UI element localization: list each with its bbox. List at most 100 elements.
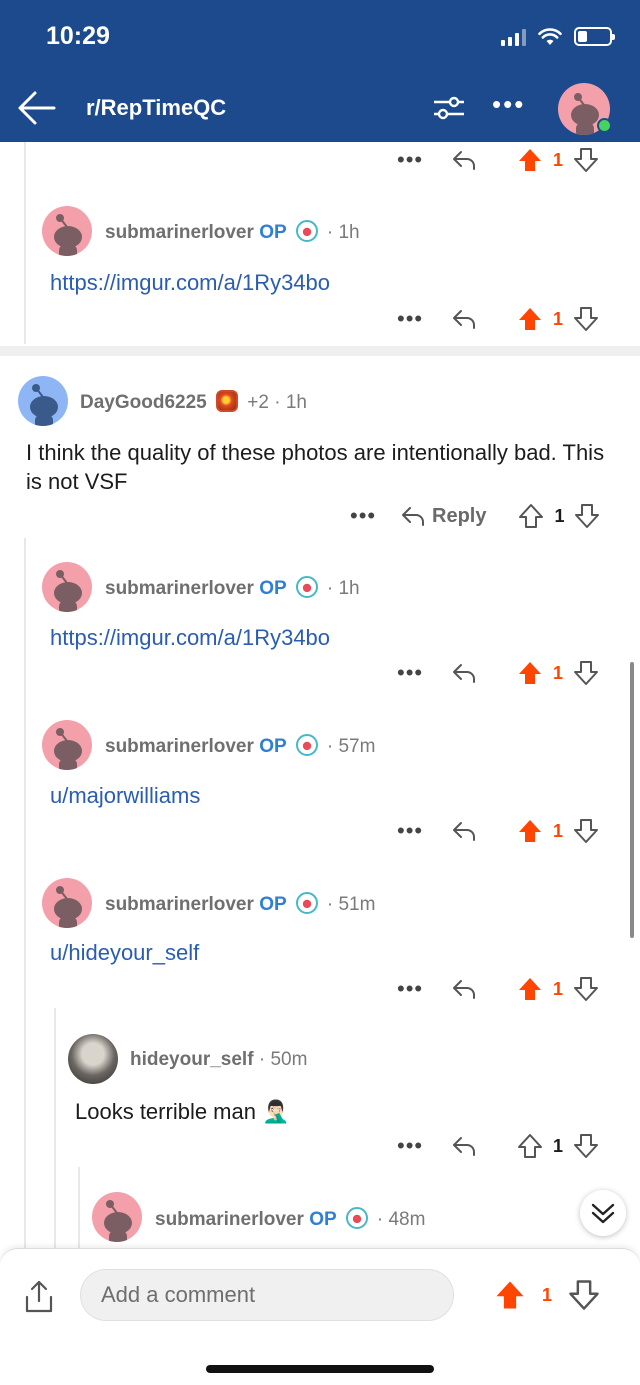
comment-header: hideyour_self · 50m xyxy=(130,1049,307,1071)
sort-filter-button[interactable] xyxy=(432,94,466,122)
upvote-icon[interactable] xyxy=(517,147,543,173)
upvote-icon[interactable] xyxy=(517,306,543,332)
avatar[interactable] xyxy=(42,562,92,612)
comment-body: I think the quality of these photos are … xyxy=(26,440,605,494)
downvote-icon[interactable] xyxy=(574,503,600,529)
vote-group: 1 xyxy=(517,147,599,173)
page: 10:29 r/RepTimeQC ••• ••• 1 submarinerlo… xyxy=(0,0,640,1385)
subreddit-title[interactable]: r/RepTimeQC xyxy=(86,95,226,121)
username[interactable]: DayGood6225 xyxy=(80,392,207,413)
user-flair-icon xyxy=(295,734,318,756)
snoo-avatar-icon xyxy=(54,728,82,770)
username[interactable]: submarinerlover xyxy=(105,736,254,757)
comment-actions: ••• 1 xyxy=(397,974,599,1004)
username[interactable]: submarinerlover xyxy=(105,578,254,599)
dot-separator: · xyxy=(326,894,334,915)
facepalm-emoji: 🤦🏻‍♂️ xyxy=(262,1099,290,1124)
reply-arrow-icon[interactable] xyxy=(451,820,477,842)
reply-arrow-icon[interactable] xyxy=(451,308,477,330)
upvote-icon[interactable] xyxy=(517,660,543,686)
downvote-icon[interactable] xyxy=(573,976,599,1002)
vote-score: 1 xyxy=(553,308,564,329)
battery-icon xyxy=(574,27,615,46)
upvote-icon[interactable] xyxy=(517,976,543,1002)
avatar[interactable] xyxy=(18,376,68,426)
more-options-button[interactable]: ••• xyxy=(492,91,526,118)
downvote-icon[interactable] xyxy=(573,818,599,844)
comment-link[interactable]: u/hideyour_self xyxy=(50,940,199,966)
upvote-icon[interactable] xyxy=(494,1279,526,1311)
comment-actions: ••• 1 xyxy=(397,1131,599,1161)
comment-body: Looks terrible man 🤦🏻‍♂️ xyxy=(75,1097,290,1126)
vote-group: 1 xyxy=(517,660,599,686)
comment-time: 50m xyxy=(270,1049,308,1070)
comment-actions: ••• 1 xyxy=(397,658,599,688)
sliders-icon xyxy=(434,96,464,120)
comment-header: submarinerlover OP · 51m xyxy=(105,892,375,916)
username[interactable]: submarinerlover xyxy=(155,1209,304,1230)
comment-header: submarinerlover OP · 1h xyxy=(105,220,360,244)
comment-time: 1h xyxy=(285,392,307,413)
username[interactable]: submarinerlover xyxy=(105,894,254,915)
upvote-icon[interactable] xyxy=(517,818,543,844)
snoo-avatar-icon xyxy=(54,886,82,928)
reply-arrow-icon xyxy=(402,507,424,526)
reply-arrow-icon[interactable] xyxy=(451,978,477,1000)
upvote-outline-icon[interactable] xyxy=(517,1133,543,1159)
thread-line xyxy=(78,1167,80,1257)
comment-more-button[interactable]: ••• xyxy=(397,662,423,684)
downvote-icon[interactable] xyxy=(573,306,599,332)
wifi-icon xyxy=(538,27,562,45)
op-badge: OP xyxy=(259,736,287,757)
back-button[interactable] xyxy=(16,88,58,128)
vote-score: 1 xyxy=(553,1135,564,1156)
scrollbar[interactable] xyxy=(630,662,634,938)
avatar[interactable] xyxy=(68,1034,118,1084)
thread-line xyxy=(24,142,26,344)
comment-more-button[interactable]: ••• xyxy=(397,149,423,171)
app-header: 10:29 r/RepTimeQC ••• xyxy=(0,0,640,142)
dot-separator: · xyxy=(326,222,334,243)
avatar[interactable] xyxy=(42,206,92,256)
downvote-icon[interactable] xyxy=(573,660,599,686)
comment-link[interactable]: u/majorwilliams xyxy=(50,783,200,809)
vote-group: 1 xyxy=(517,976,599,1002)
post-score: 1 xyxy=(542,1284,553,1305)
next-comment-button[interactable] xyxy=(580,1190,626,1236)
comment-link[interactable]: https://imgur.com/a/1Ry34bo xyxy=(50,270,330,296)
op-badge: OP xyxy=(309,1209,337,1230)
avatar[interactable] xyxy=(42,878,92,928)
comment-header: submarinerlover OP · 1h xyxy=(105,576,360,600)
vote-group: 1 xyxy=(517,306,599,332)
user-flair-icon xyxy=(295,892,318,914)
back-arrow-icon xyxy=(18,91,56,125)
downvote-icon[interactable] xyxy=(573,1133,599,1159)
comment-more-button[interactable]: ••• xyxy=(397,1135,423,1157)
avatar[interactable] xyxy=(92,1192,142,1242)
online-status-dot xyxy=(597,118,612,133)
user-avatar[interactable] xyxy=(558,83,612,137)
comment-more-button[interactable]: ••• xyxy=(350,505,376,527)
upvote-outline-icon[interactable] xyxy=(518,503,544,529)
downvote-icon[interactable] xyxy=(573,147,599,173)
add-comment-input[interactable]: Add a comment xyxy=(80,1269,454,1321)
downvote-icon[interactable] xyxy=(568,1279,600,1311)
comment-more-button[interactable]: ••• xyxy=(397,820,423,842)
user-flair-icon xyxy=(345,1207,368,1229)
avatar[interactable] xyxy=(42,720,92,770)
share-button[interactable] xyxy=(22,1279,56,1315)
thread-line xyxy=(24,538,26,1258)
reply-button[interactable]: Reply xyxy=(400,505,486,528)
comment-more-button[interactable]: ••• xyxy=(397,978,423,1000)
comment-header: submarinerlover OP · 57m xyxy=(105,734,375,758)
username[interactable]: hideyour_self xyxy=(130,1049,254,1070)
reply-arrow-icon[interactable] xyxy=(451,1135,477,1157)
comment-link[interactable]: https://imgur.com/a/1Ry34bo xyxy=(50,625,330,651)
op-badge: OP xyxy=(259,894,287,915)
reply-arrow-icon[interactable] xyxy=(451,149,477,171)
username[interactable]: submarinerlover xyxy=(105,222,254,243)
reply-arrow-icon[interactable] xyxy=(451,662,477,684)
comment-more-button[interactable]: ••• xyxy=(397,308,423,330)
comment-time: 1h xyxy=(338,222,360,243)
status-time: 10:29 xyxy=(46,22,110,50)
